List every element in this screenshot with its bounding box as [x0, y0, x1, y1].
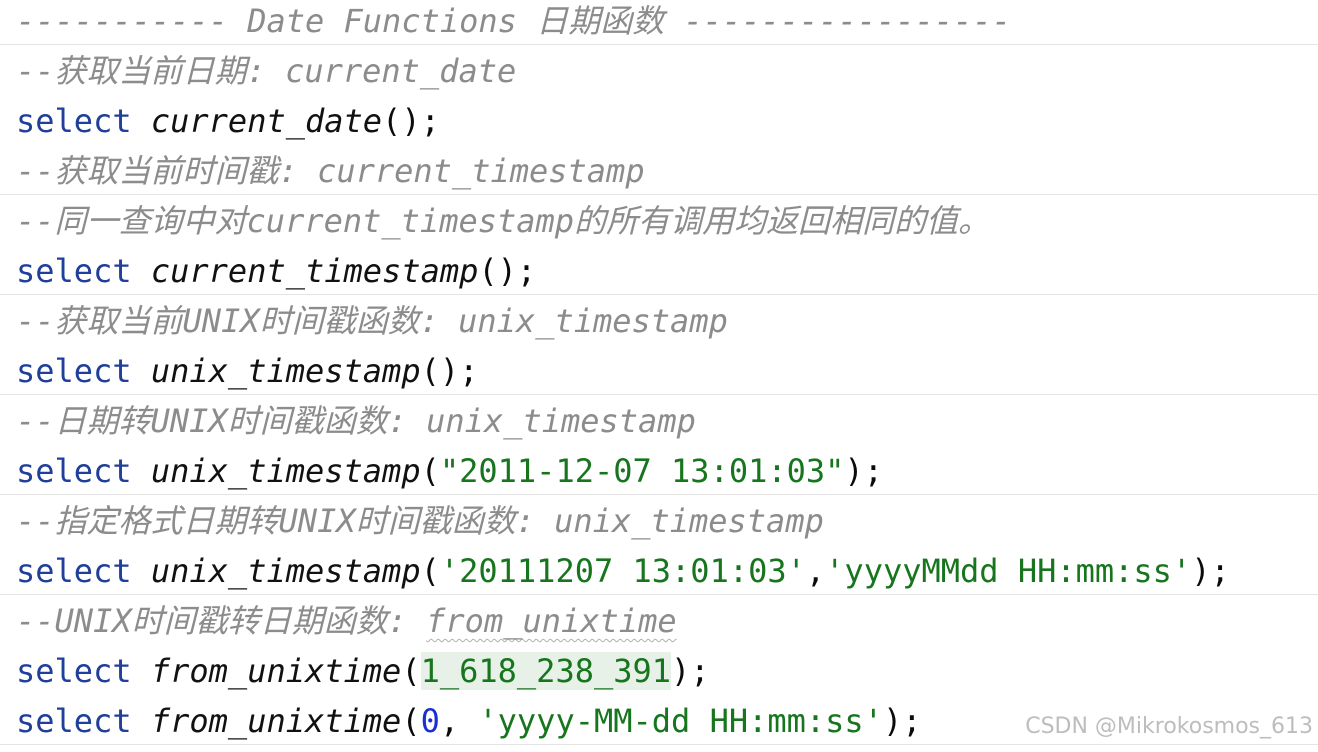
- line-separator: [0, 594, 1318, 595]
- code-line-select: select current_date();: [16, 102, 440, 140]
- string-literal: '20111207 13:01:03': [439, 552, 806, 590]
- code-editor[interactable]: ----------- Date Functions 日期函数 --------…: [0, 0, 1318, 752]
- code-line-comment: --指定格式日期转UNIX时间戳函数: unix_timestamp: [16, 502, 824, 540]
- code-line-comment: --获取当前时间戳: current_timestamp: [16, 152, 645, 190]
- function-name: unix_timestamp: [150, 352, 421, 390]
- keyword-select: select: [16, 252, 132, 290]
- line-separator: [0, 44, 1318, 45]
- string-literal: 'yyyy-MM-dd HH:mm:ss': [478, 702, 883, 740]
- code-line-comment: --日期转UNIX时间戳函数: unix_timestamp: [16, 402, 696, 440]
- line-separator: [0, 744, 1318, 745]
- spell-check-underline: from_unixtime: [426, 602, 677, 640]
- keyword-select: select: [16, 102, 132, 140]
- line-separator: [0, 394, 1318, 395]
- line-separator: [0, 494, 1318, 495]
- keyword-select: select: [16, 552, 132, 590]
- string-literal: "2011-12-07 13:01:03": [439, 452, 845, 490]
- code-line-comment: --UNIX时间戳转日期函数: from_unixtime: [16, 602, 677, 640]
- function-name: from_unixtime: [150, 702, 402, 740]
- keyword-select: select: [16, 352, 132, 390]
- string-literal: 'yyyyMMdd HH:mm:ss': [825, 552, 1192, 590]
- header-comment: ----------- Date Functions 日期函数 --------…: [16, 2, 1011, 40]
- function-name: current_date: [150, 102, 383, 140]
- function-name: unix_timestamp: [150, 552, 421, 590]
- number-literal: 1_618_238_391: [420, 652, 672, 690]
- csdn-watermark: CSDN @Mikrokosmos_613: [1025, 714, 1313, 739]
- code-line-comment: --获取当前日期: current_date: [16, 52, 517, 90]
- function-name: from_unixtime: [150, 652, 402, 690]
- keyword-select: select: [16, 452, 132, 490]
- function-name: unix_timestamp: [150, 452, 421, 490]
- code-line-select: select unix_timestamp('20111207 13:01:03…: [16, 552, 1230, 590]
- code-line-comment: --获取当前UNIX时间戳函数: unix_timestamp: [16, 302, 728, 340]
- line-separator: [0, 194, 1318, 195]
- keyword-select: select: [16, 702, 132, 740]
- function-name: current_timestamp: [150, 252, 479, 290]
- number-literal: 0: [420, 702, 440, 740]
- code-line-select: select unix_timestamp();: [16, 352, 479, 390]
- keyword-select: select: [16, 652, 132, 690]
- code-line-select: select current_timestamp();: [16, 252, 537, 290]
- code-line-select: select from_unixtime(0, 'yyyy-MM-dd HH:m…: [16, 702, 922, 740]
- line-separator: [0, 294, 1318, 295]
- code-line-select: select unix_timestamp("2011-12-07 13:01:…: [16, 452, 883, 490]
- code-line-select: select from_unixtime(1_618_238_391);: [16, 652, 710, 690]
- code-line-comment: --同一查询中对current_timestamp的所有调用均返回相同的值。: [16, 202, 991, 240]
